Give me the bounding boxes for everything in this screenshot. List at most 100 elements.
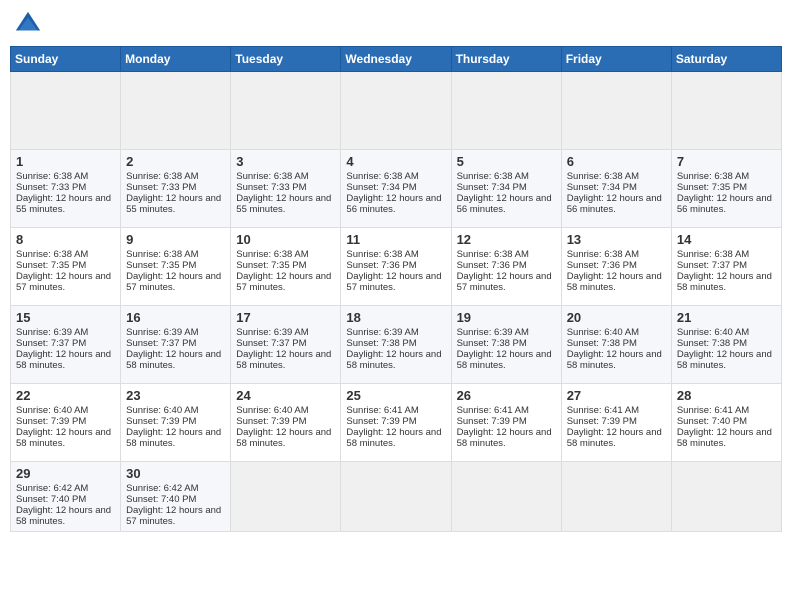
day-info: Sunrise: 6:42 AMSunset: 7:40 PMDaylight:… [126, 483, 221, 527]
day-info: Sunrise: 6:42 AMSunset: 7:40 PMDaylight:… [16, 483, 111, 527]
day-number: 24 [236, 388, 335, 403]
calendar-cell: 11 Sunrise: 6:38 AMSunset: 7:36 PMDayligh… [341, 228, 451, 306]
day-number: 10 [236, 232, 335, 247]
day-info: Sunrise: 6:40 AMSunset: 7:39 PMDaylight:… [236, 405, 331, 449]
day-info: Sunrise: 6:38 AMSunset: 7:37 PMDaylight:… [677, 249, 772, 293]
calendar-cell [231, 72, 341, 150]
calendar-cell: 16 Sunrise: 6:39 AMSunset: 7:37 PMDayligh… [121, 306, 231, 384]
calendar-cell: 13 Sunrise: 6:38 AMSunset: 7:36 PMDayligh… [561, 228, 671, 306]
day-info: Sunrise: 6:38 AMSunset: 7:36 PMDaylight:… [346, 249, 441, 293]
calendar-cell: 18Sunrise: 6:39 AMSunset: 7:38 PMDayligh… [341, 306, 451, 384]
calendar-cell: 23 Sunrise: 6:40 AMSunset: 7:39 PMDayligh… [121, 384, 231, 462]
day-info: Sunrise: 6:40 AMSunset: 7:39 PMDaylight:… [16, 405, 111, 449]
calendar-cell: 4 Sunrise: 6:38 AMSunset: 7:34 PMDaylight… [341, 150, 451, 228]
day-number: 3 [236, 154, 335, 169]
day-info: Sunrise: 6:38 AMSunset: 7:35 PMDaylight:… [16, 249, 111, 293]
calendar-cell: 1Sunrise: 6:38 AMSunset: 7:33 PMDaylight… [11, 150, 121, 228]
day-info: Sunrise: 6:41 AMSunset: 7:39 PMDaylight:… [567, 405, 662, 449]
day-number: 20 [567, 310, 666, 325]
calendar-cell: 14 Sunrise: 6:38 AMSunset: 7:37 PMDayligh… [671, 228, 781, 306]
day-number: 27 [567, 388, 666, 403]
column-header-tuesday: Tuesday [231, 47, 341, 72]
day-info: Sunrise: 6:38 AMSunset: 7:36 PMDaylight:… [567, 249, 662, 293]
page-header [10, 10, 782, 38]
column-header-wednesday: Wednesday [341, 47, 451, 72]
day-number: 29 [16, 466, 115, 481]
day-info: Sunrise: 6:38 AMSunset: 7:35 PMDaylight:… [126, 249, 221, 293]
calendar-cell [561, 462, 671, 532]
calendar-header-row: SundayMondayTuesdayWednesdayThursdayFrid… [11, 47, 782, 72]
day-info: Sunrise: 6:41 AMSunset: 7:39 PMDaylight:… [346, 405, 441, 449]
calendar-week-row: 8Sunrise: 6:38 AMSunset: 7:35 PMDaylight… [11, 228, 782, 306]
day-info: Sunrise: 6:41 AMSunset: 7:39 PMDaylight:… [457, 405, 552, 449]
calendar-cell: 2Sunrise: 6:38 AMSunset: 7:33 PMDaylight… [121, 150, 231, 228]
day-number: 13 [567, 232, 666, 247]
day-number: 26 [457, 388, 556, 403]
calendar-cell: 19 Sunrise: 6:39 AMSunset: 7:38 PMDayligh… [451, 306, 561, 384]
day-number: 28 [677, 388, 776, 403]
day-info: Sunrise: 6:38 AMSunset: 7:36 PMDaylight:… [457, 249, 552, 293]
day-number: 17 [236, 310, 335, 325]
day-number: 30 [126, 466, 225, 481]
day-info: Sunrise: 6:38 AMSunset: 7:34 PMDaylight:… [346, 171, 441, 215]
day-number: 12 [457, 232, 556, 247]
day-number: 4 [346, 154, 445, 169]
logo-icon [14, 10, 42, 38]
calendar-week-row: 22 Sunrise: 6:40 AMSunset: 7:39 PMDayligh… [11, 384, 782, 462]
day-info: Sunrise: 6:40 AMSunset: 7:38 PMDaylight:… [677, 327, 772, 371]
calendar-week-row: 1Sunrise: 6:38 AMSunset: 7:33 PMDaylight… [11, 150, 782, 228]
calendar-cell: 9Sunrise: 6:38 AMSunset: 7:35 PMDaylight… [121, 228, 231, 306]
day-info: Sunrise: 6:39 AMSunset: 7:37 PMDaylight:… [126, 327, 221, 371]
calendar-cell: 29 Sunrise: 6:42 AMSunset: 7:40 PMDayligh… [11, 462, 121, 532]
calendar-week-row [11, 72, 782, 150]
calendar-cell: 22 Sunrise: 6:40 AMSunset: 7:39 PMDayligh… [11, 384, 121, 462]
day-number: 14 [677, 232, 776, 247]
logo [14, 10, 46, 38]
day-info: Sunrise: 6:38 AMSunset: 7:35 PMDaylight:… [236, 249, 331, 293]
day-info: Sunrise: 6:39 AMSunset: 7:37 PMDaylight:… [16, 327, 111, 371]
day-info: Sunrise: 6:38 AMSunset: 7:34 PMDaylight:… [457, 171, 552, 215]
calendar-cell: 21 Sunrise: 6:40 AMSunset: 7:38 PMDayligh… [671, 306, 781, 384]
calendar-cell [121, 72, 231, 150]
calendar-week-row: 29 Sunrise: 6:42 AMSunset: 7:40 PMDayligh… [11, 462, 782, 532]
calendar-cell: 17 Sunrise: 6:39 AMSunset: 7:37 PMDayligh… [231, 306, 341, 384]
day-number: 19 [457, 310, 556, 325]
day-number: 21 [677, 310, 776, 325]
calendar-cell [11, 72, 121, 150]
calendar-cell [671, 72, 781, 150]
calendar-cell: 5 Sunrise: 6:38 AMSunset: 7:34 PMDaylight… [451, 150, 561, 228]
calendar-cell: 7 Sunrise: 6:38 AMSunset: 7:35 PMDaylight… [671, 150, 781, 228]
day-number: 5 [457, 154, 556, 169]
day-number: 6 [567, 154, 666, 169]
day-info: Sunrise: 6:41 AMSunset: 7:40 PMDaylight:… [677, 405, 772, 449]
column-header-thursday: Thursday [451, 47, 561, 72]
day-number: 1 [16, 154, 115, 169]
day-number: 11 [346, 232, 445, 247]
day-info: Sunrise: 6:39 AMSunset: 7:38 PMDaylight:… [457, 327, 552, 371]
day-info: Sunrise: 6:38 AMSunset: 7:35 PMDaylight:… [677, 171, 772, 215]
day-number: 25 [346, 388, 445, 403]
day-info: Sunrise: 6:39 AMSunset: 7:37 PMDaylight:… [236, 327, 331, 371]
calendar-cell: 25 Sunrise: 6:41 AMSunset: 7:39 PMDayligh… [341, 384, 451, 462]
calendar-cell: 27 Sunrise: 6:41 AMSunset: 7:39 PMDayligh… [561, 384, 671, 462]
day-info: Sunrise: 6:40 AMSunset: 7:38 PMDaylight:… [567, 327, 662, 371]
calendar-cell: 26 Sunrise: 6:41 AMSunset: 7:39 PMDayligh… [451, 384, 561, 462]
calendar-cell [451, 72, 561, 150]
day-number: 16 [126, 310, 225, 325]
calendar-cell [231, 462, 341, 532]
column-header-sunday: Sunday [11, 47, 121, 72]
day-number: 22 [16, 388, 115, 403]
calendar-cell: 15Sunrise: 6:39 AMSunset: 7:37 PMDayligh… [11, 306, 121, 384]
day-number: 23 [126, 388, 225, 403]
calendar-week-row: 15Sunrise: 6:39 AMSunset: 7:37 PMDayligh… [11, 306, 782, 384]
calendar-cell: 28 Sunrise: 6:41 AMSunset: 7:40 PMDayligh… [671, 384, 781, 462]
calendar-cell: 10 Sunrise: 6:38 AMSunset: 7:35 PMDayligh… [231, 228, 341, 306]
calendar-cell: 30 Sunrise: 6:42 AMSunset: 7:40 PMDayligh… [121, 462, 231, 532]
calendar-cell: 24 Sunrise: 6:40 AMSunset: 7:39 PMDayligh… [231, 384, 341, 462]
calendar-cell: 20 Sunrise: 6:40 AMSunset: 7:38 PMDayligh… [561, 306, 671, 384]
day-number: 7 [677, 154, 776, 169]
day-info: Sunrise: 6:40 AMSunset: 7:39 PMDaylight:… [126, 405, 221, 449]
calendar-cell [451, 462, 561, 532]
calendar-cell [671, 462, 781, 532]
column-header-monday: Monday [121, 47, 231, 72]
